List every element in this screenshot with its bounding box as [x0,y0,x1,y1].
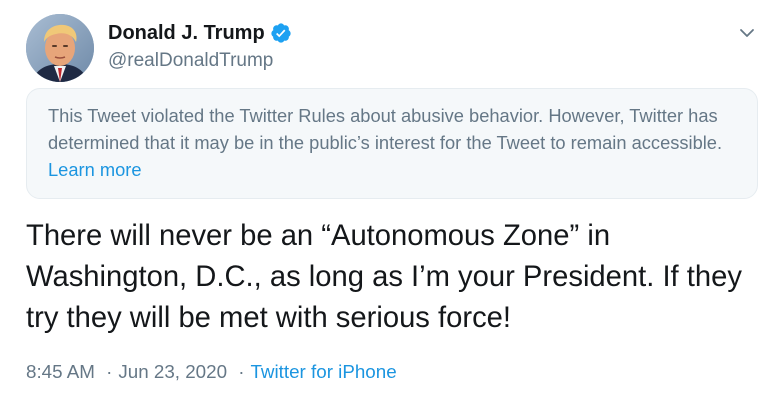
tweet-date[interactable]: Jun 23, 2020 [118,361,227,382]
tweet-text: There will never be an “Autonomous Zone”… [26,220,742,334]
meta-separator: · [238,361,245,382]
meta-separator: · [106,361,113,382]
notice-text: This Tweet violated the Twitter Rules ab… [48,105,723,153]
chevron-down-icon [740,29,754,37]
learn-more-link[interactable]: Learn more [48,159,142,180]
tweet-card: Donald J. Trump @realDonaldTrump This Tw… [0,0,780,402]
tweet-time[interactable]: 8:45 AM [26,361,95,382]
verified-badge-icon [270,22,292,44]
tweet-source-link[interactable]: Twitter for iPhone [251,361,397,382]
user-handle[interactable]: @realDonaldTrump [108,48,273,74]
author-name-row[interactable]: Donald J. Trump [108,20,292,46]
display-name[interactable]: Donald J. Trump [108,20,265,46]
tweet-menu-button[interactable] [734,20,760,46]
avatar[interactable] [26,14,94,82]
rules-violation-notice: This Tweet violated the Twitter Rules ab… [26,88,758,199]
avatar-image [26,14,94,82]
tweet-meta: 8:45 AM · Jun 23, 2020 · Twitter for iPhon… [26,358,397,386]
